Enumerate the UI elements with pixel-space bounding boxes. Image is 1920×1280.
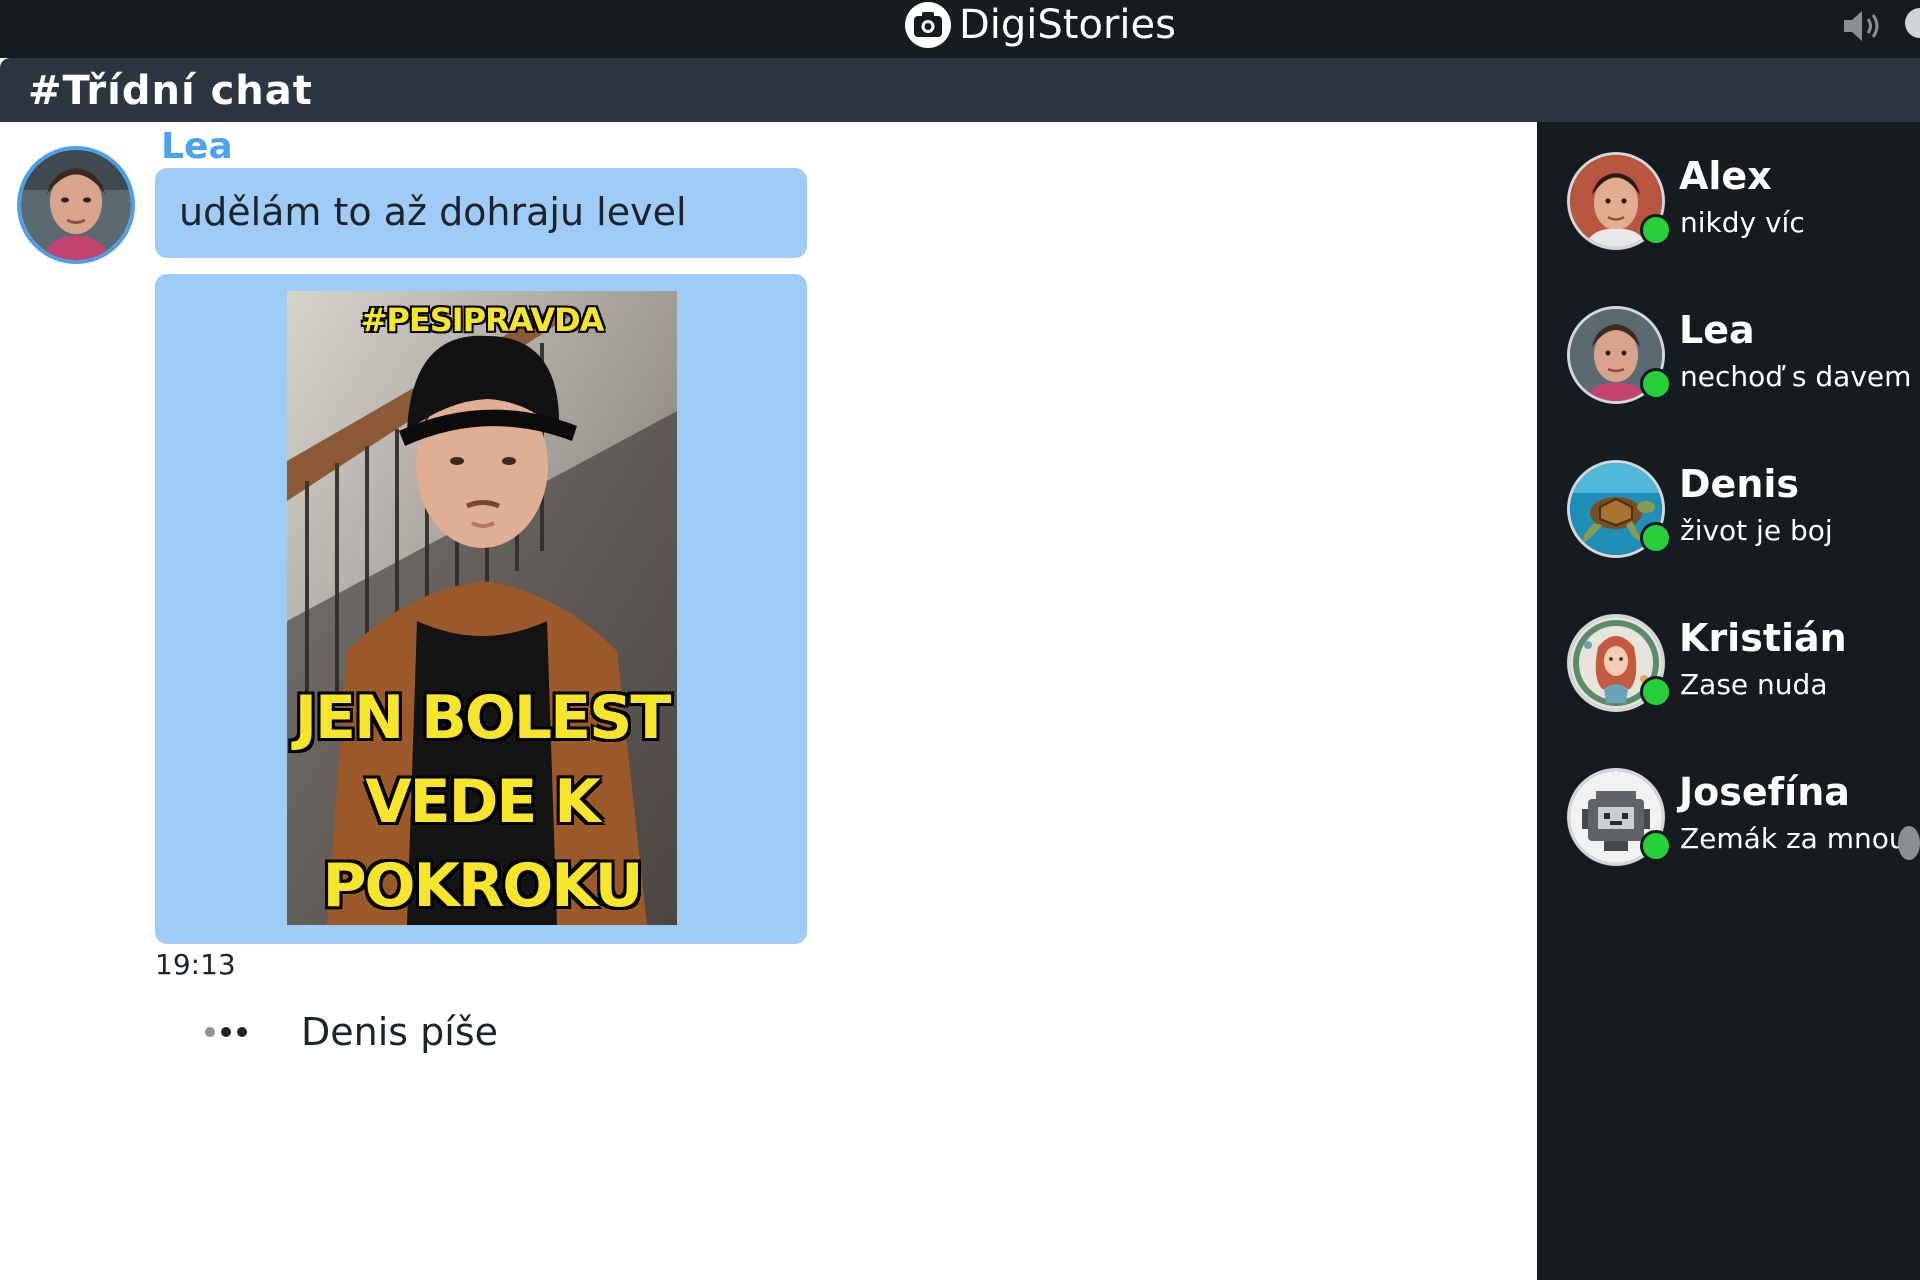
chat-area: Lea udělám to až dohraju level #PESIPRAV… (0, 122, 1537, 1280)
contact-name: Lea (1679, 308, 1755, 352)
online-status-icon (1640, 676, 1672, 708)
typing-indicator: Denis píše (205, 1010, 498, 1054)
contact-name: Kristián (1679, 616, 1847, 660)
contact-item[interactable]: Denis život je boj (1537, 460, 1920, 570)
message-sender: Lea (161, 126, 233, 167)
contact-item[interactable]: Kristián Zase nuda (1537, 614, 1920, 724)
speaker-icon[interactable] (1840, 6, 1890, 46)
app-brand: DigiStories (905, 0, 1176, 50)
contact-name: Alex (1679, 154, 1772, 198)
typing-dots-icon (205, 1027, 301, 1037)
typing-text: Denis píše (301, 1010, 499, 1054)
app-name: DigiStories (959, 2, 1176, 48)
image-message-bubble[interactable]: #PESIPRAVDA JEN BOLEST VEDE K POKROKU (155, 274, 807, 944)
contact-status: Zase nuda (1680, 668, 1828, 701)
online-status-icon (1640, 368, 1672, 400)
poster-caption-line: POKROKU (322, 851, 644, 921)
online-status-icon (1640, 214, 1672, 246)
online-status-icon (1640, 522, 1672, 554)
contacts-sidebar: Alex nikdy víc Lea nechoď s davem Denis … (1537, 122, 1920, 1280)
online-status-icon (1640, 830, 1672, 862)
message-image[interactable]: #PESIPRAVDA JEN BOLEST VEDE K POKROKU (287, 291, 677, 925)
poster-tag: #PESIPRAVDA (360, 301, 605, 339)
contact-item[interactable]: Lea nechoď s davem (1537, 306, 1920, 416)
poster-caption-line: VEDE K (365, 767, 601, 837)
avatar-lea[interactable] (17, 146, 135, 264)
top-bar: DigiStories (0, 0, 1920, 58)
scroll-handle[interactable] (1898, 826, 1920, 860)
poster-caption: JEN BOLEST VEDE K POKROKU (287, 676, 677, 925)
message-time: 19:13 (155, 948, 236, 981)
contact-status: nechoď s davem (1680, 360, 1912, 393)
contact-name: Josefína (1679, 770, 1850, 814)
message-text: udělám to až dohraju level (179, 190, 687, 234)
contact-status: Zemák za mnou (1680, 822, 1907, 855)
contact-name: Denis (1679, 462, 1800, 506)
poster-caption-line: JEN BOLEST (294, 683, 672, 753)
contact-item[interactable]: Josefína Zemák za mnou (1537, 768, 1920, 878)
channel-header: #Třídní chat (0, 58, 1920, 122)
contact-status: nikdy víc (1680, 206, 1805, 239)
channel-title: #Třídní chat (28, 68, 313, 114)
message-bubble: udělám to až dohraju level (155, 168, 807, 258)
camera-icon (905, 2, 951, 48)
settings-circle-icon[interactable] (1905, 8, 1920, 38)
contact-item[interactable]: Alex nikdy víc (1537, 152, 1920, 262)
contact-status: život je boj (1680, 514, 1833, 547)
